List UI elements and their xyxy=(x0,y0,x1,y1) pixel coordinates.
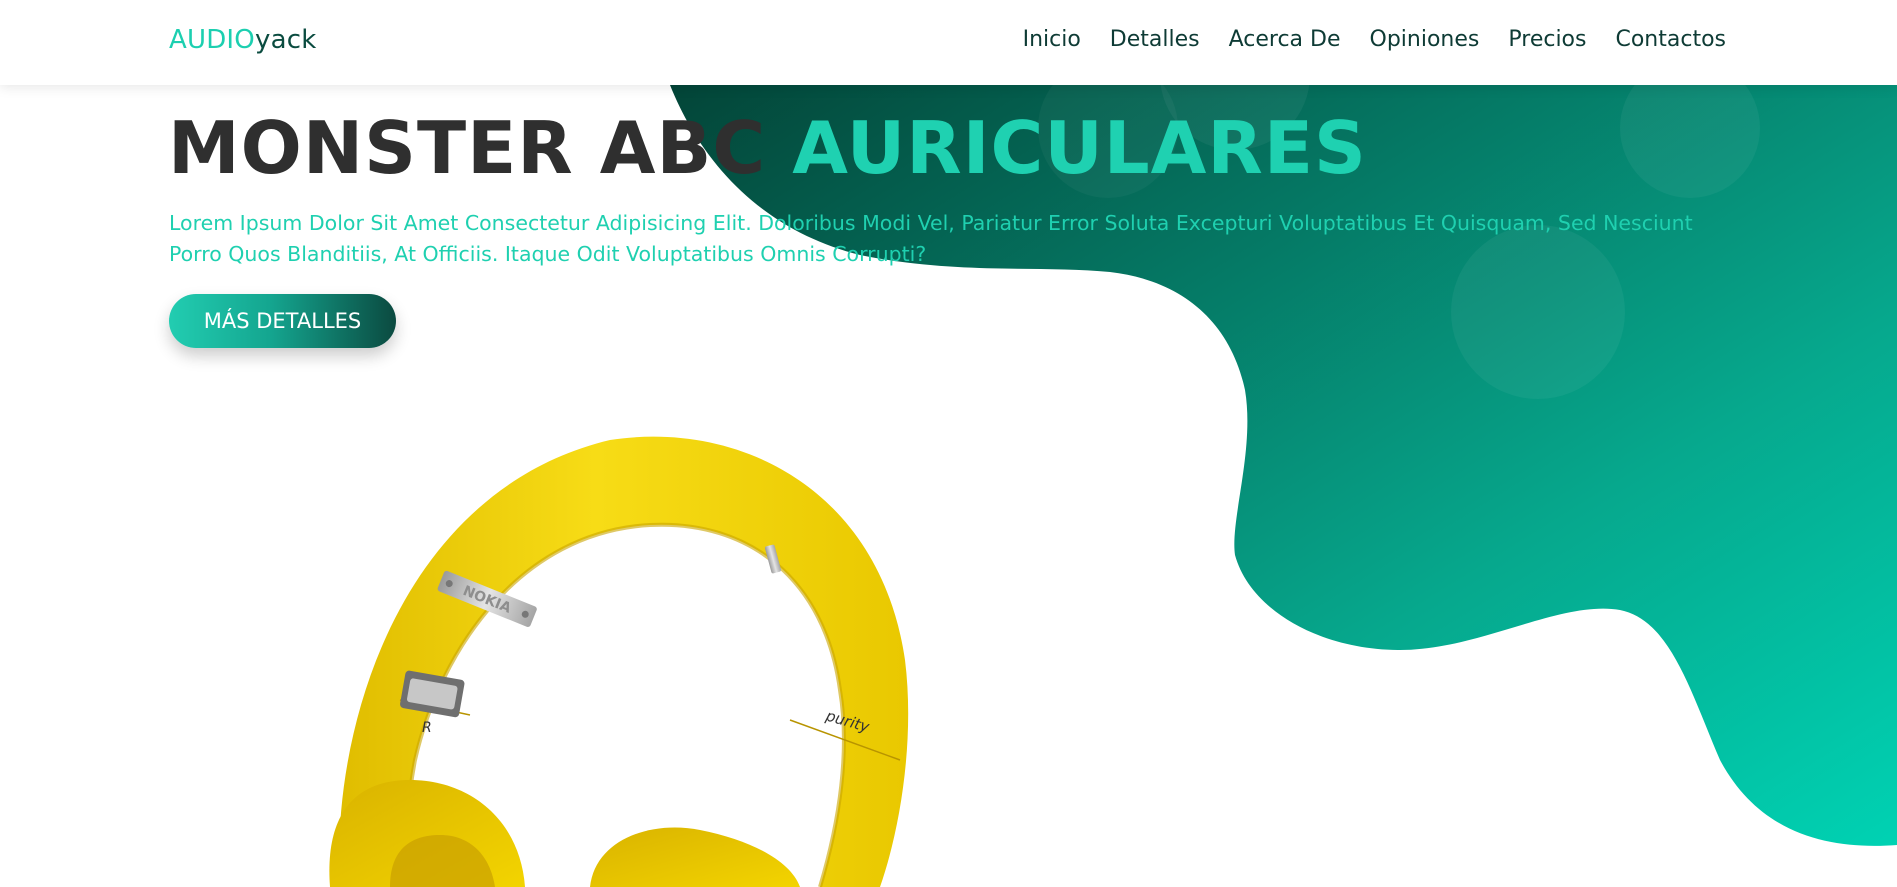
hero-title-accent: AURICULARES xyxy=(792,106,1367,190)
nav-link-opiniones[interactable]: Opiniones xyxy=(1370,27,1480,52)
main-nav: Inicio Detalles Acerca De Opiniones Prec… xyxy=(1023,27,1726,52)
landing-page: AUDIOyack Inicio Detalles Acerca De Opin… xyxy=(0,0,1897,887)
side-label: R xyxy=(422,720,432,736)
brand-logo[interactable]: AUDIOyack xyxy=(169,25,316,55)
nav-link-detalles[interactable]: Detalles xyxy=(1110,27,1200,52)
headphones-image: NOKIA R purity xyxy=(329,436,909,887)
right-ear-cup xyxy=(590,827,800,887)
nav-link-acerca-de[interactable]: Acerca De xyxy=(1229,27,1341,52)
hero-title-dark: MONSTER ABC xyxy=(168,106,793,190)
logo-rest-text: yack xyxy=(254,25,317,55)
nav-link-precios[interactable]: Precios xyxy=(1508,27,1586,52)
more-details-button[interactable]: MÁS DETALLES xyxy=(169,294,396,348)
site-header: AUDIOyack Inicio Detalles Acerca De Opin… xyxy=(0,0,1897,85)
nav-link-contactos[interactable]: Contactos xyxy=(1615,27,1726,52)
logo-accent-text: AUDIO xyxy=(169,25,255,55)
hero-description: Lorem Ipsum Dolor Sit Amet Consectetur A… xyxy=(169,211,1693,266)
nav-link-inicio[interactable]: Inicio xyxy=(1023,27,1081,52)
hero-title: MONSTER ABC AURICULARES xyxy=(168,106,1367,190)
